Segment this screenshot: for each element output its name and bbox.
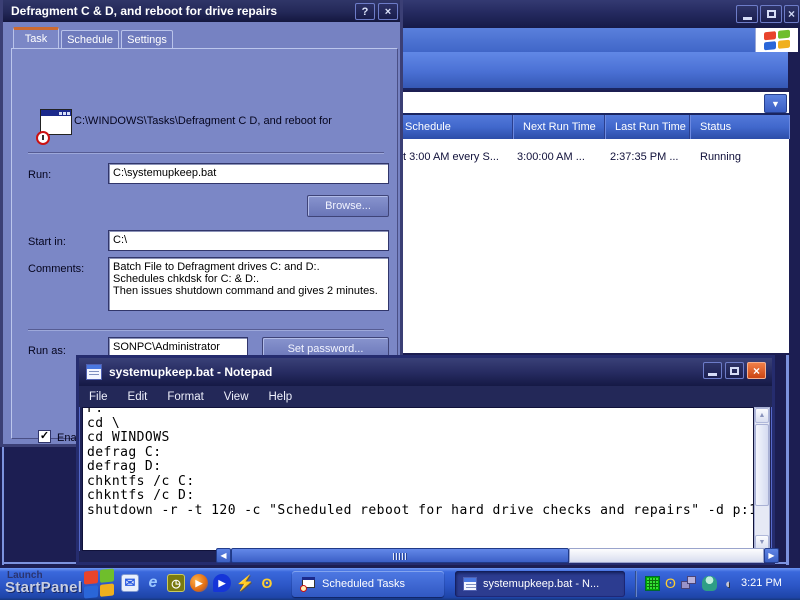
cell-last-run-time: 2:37:35 PM ...	[610, 151, 678, 163]
cell-next-run-time: 3:00:00 AM ...	[517, 151, 585, 163]
run-input[interactable]: C:\systemupkeep.bat	[108, 163, 389, 184]
taskbar: Launch StartPanel ✉ e ◷ ▶ ▶ ⚡ ʘ Schedule…	[0, 568, 800, 600]
start-label: StartPanel	[5, 579, 82, 596]
timer-icon[interactable]: ◷	[167, 574, 185, 592]
dialog-titlebar[interactable]: Defragment C & D, and reboot for drive r…	[3, 0, 400, 22]
minimize-icon[interactable]	[736, 5, 758, 23]
help-icon[interactable]: ?	[355, 3, 375, 20]
internet-explorer-icon[interactable]: e	[144, 574, 162, 592]
cell-status: Running	[700, 151, 741, 163]
close-icon[interactable]: ×	[747, 362, 766, 379]
window-left-edge	[2, 445, 4, 565]
menu-help[interactable]: Help	[269, 391, 293, 403]
notepad-title: systemupkeep.bat - Notepad	[109, 365, 272, 379]
network-activity-icon[interactable]	[645, 576, 660, 591]
notepad-content: F: cd \ cd WINDOWS defrag C: defrag D: c…	[83, 407, 753, 518]
scrollbar-track[interactable]	[569, 548, 764, 563]
scheduled-task-icon	[300, 577, 316, 592]
separator	[28, 152, 384, 153]
cell-schedule: t 3:00 AM every S...	[403, 151, 499, 163]
comments-input[interactable]: Batch File to Defragment drives C: and D…	[108, 257, 389, 311]
clock-icon	[36, 131, 50, 145]
scheduled-task-icon	[36, 109, 72, 141]
close-icon[interactable]: ×	[378, 3, 398, 20]
messenger-icon[interactable]: ▶	[213, 574, 231, 592]
maximize-icon[interactable]	[725, 362, 744, 379]
notepad-icon	[86, 364, 102, 380]
clock[interactable]: 3:21 PM	[741, 577, 782, 589]
menu-format[interactable]: Format	[167, 391, 203, 403]
network-connections-icon[interactable]	[681, 576, 696, 591]
task-path: C:\WINDOWS\Tasks\Defragment C D, and reb…	[74, 115, 374, 127]
scroll-right-icon[interactable]: ▶	[764, 548, 779, 563]
winamp-icon[interactable]: ⚡	[236, 574, 254, 592]
messenger-user-icon[interactable]	[702, 576, 717, 591]
column-header-next-run-time[interactable]: Next Run Time	[513, 115, 605, 139]
tab-settings[interactable]: Settings	[121, 30, 173, 48]
tray-divider	[635, 571, 637, 597]
scrollbar-thumb[interactable]	[755, 424, 769, 506]
taskbar-button-scheduled-tasks[interactable]: Scheduled Tasks	[292, 571, 444, 597]
start-button[interactable]: Launch StartPanel	[2, 568, 118, 600]
scroll-up-icon[interactable]: ▲	[755, 408, 769, 423]
notepad-text-area[interactable]: F: cd \ cd WINDOWS defrag C: defrag D: c…	[82, 407, 754, 551]
browse-button[interactable]: Browse...	[307, 195, 389, 217]
windows-logo-box	[755, 28, 798, 52]
aim-icon[interactable]: ʘ	[663, 576, 678, 591]
minimize-icon[interactable]	[703, 362, 722, 379]
run-as-label: Run as:	[28, 345, 66, 357]
notepad-window: systemupkeep.bat - Notepad × File Edit F…	[76, 355, 775, 565]
scroll-left-icon[interactable]: ◀	[216, 548, 231, 563]
volume-icon[interactable]: ◖	[720, 576, 735, 591]
start-in-label: Start in:	[28, 236, 66, 248]
windows-flag-icon	[764, 30, 790, 51]
close-icon[interactable]: ×	[784, 5, 799, 23]
separator	[28, 329, 384, 330]
window-right-edge	[786, 355, 789, 565]
dialog-title: Defragment C & D, and reboot for drive r…	[11, 4, 277, 18]
screen: × ▼ Schedule Next Run Time Last Run Time…	[0, 0, 800, 600]
column-header-last-run-time[interactable]: Last Run Time	[605, 115, 690, 139]
taskbar-button-label: systemupkeep.bat - N...	[483, 578, 599, 590]
notepad-titlebar[interactable]: systemupkeep.bat - Notepad ×	[79, 358, 772, 386]
tab-schedule[interactable]: Schedule	[61, 30, 119, 48]
taskbar-button-label: Scheduled Tasks	[322, 578, 405, 590]
scrollbar-thumb[interactable]	[231, 548, 569, 563]
media-player-icon[interactable]: ▶	[190, 574, 208, 592]
notepad-menubar: File Edit Format View Help	[79, 386, 772, 407]
windows-flag-icon	[84, 568, 114, 598]
maximize-icon[interactable]	[760, 5, 782, 23]
enabled-checkbox[interactable]: ✓	[38, 430, 51, 443]
start-in-input[interactable]: C:\	[108, 230, 389, 251]
address-dropdown-button[interactable]: ▼	[764, 94, 787, 113]
menu-file[interactable]: File	[89, 391, 108, 403]
taskbar-button-notepad[interactable]: systemupkeep.bat - N...	[455, 571, 625, 597]
tab-task[interactable]: Task	[13, 27, 59, 48]
menu-edit[interactable]: Edit	[128, 391, 148, 403]
notepad-icon	[463, 577, 477, 591]
comments-label: Comments:	[28, 263, 84, 275]
outlook-express-icon[interactable]: ✉	[121, 574, 139, 592]
menu-view[interactable]: View	[224, 391, 249, 403]
horizontal-scrollbar[interactable]: ◀ ▶	[216, 548, 796, 563]
aim-icon[interactable]: ʘ	[258, 574, 276, 592]
run-label: Run:	[28, 169, 51, 181]
column-header-status[interactable]: Status	[690, 115, 789, 139]
vertical-scrollbar[interactable]: ▲ ▼	[754, 407, 770, 551]
